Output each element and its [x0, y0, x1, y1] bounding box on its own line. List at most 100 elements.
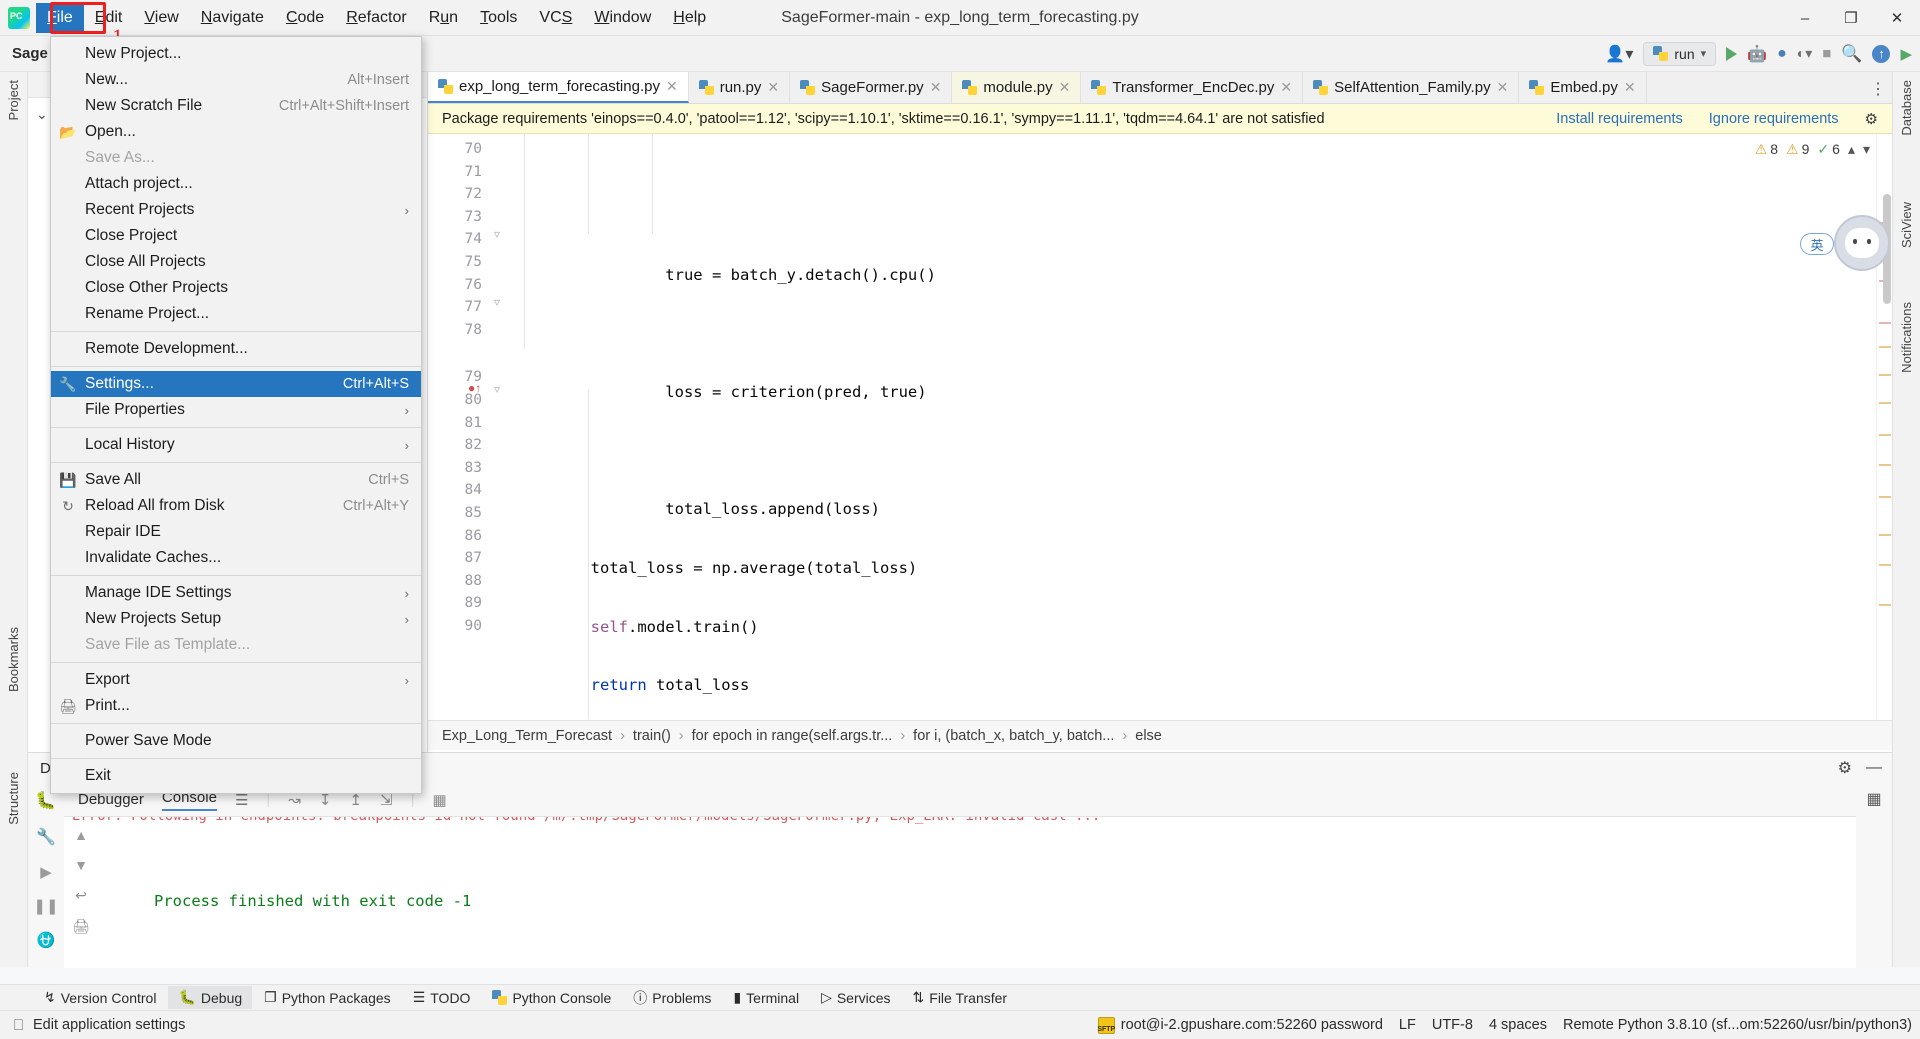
rail-item-project[interactable]: Project	[6, 80, 21, 120]
tabs-more-icon[interactable]: ⋮	[1870, 79, 1886, 99]
menu-item-rename-project[interactable]: Rename Project...	[51, 301, 421, 327]
tool-tab-services[interactable]: ▷ Services	[811, 986, 900, 1009]
code-editor[interactable]: 70 71 72 73 74 75 76 77 78 79 80 81 82 8…	[428, 134, 1892, 720]
editor-tab-exp-long-term-forecasting[interactable]: exp_long_term_forecasting.py ✕	[428, 72, 689, 103]
minimize-button[interactable]: –	[1782, 0, 1828, 36]
menu-item-recent-projects[interactable]: Recent Projects ›	[51, 197, 421, 223]
status-interpreter[interactable]: Remote Python 3.8.10 (sf...om:52260/usr/…	[1563, 1017, 1912, 1033]
editor-tabs[interactable]: exp_long_term_forecasting.py ✕ run.py ✕ …	[428, 72, 1892, 104]
menu-tools[interactable]: Tools	[469, 3, 528, 33]
run-icon[interactable]	[1726, 46, 1738, 61]
run-configuration-selector[interactable]: run ▾	[1643, 41, 1717, 66]
menu-navigate[interactable]: Navigate	[190, 3, 275, 33]
menu-item-close-all-projects[interactable]: Close All Projects	[51, 249, 421, 275]
install-requirements-link[interactable]: Install requirements	[1556, 111, 1683, 127]
tool-tab-terminal[interactable]: ▮ Terminal	[723, 986, 809, 1009]
tool-tab-file-transfer[interactable]: ⇅ File Transfer	[903, 986, 1018, 1009]
tool-tab-todo[interactable]: ☰ TODO	[403, 986, 481, 1009]
menu-item-power-save-mode[interactable]: Power Save Mode	[51, 728, 421, 754]
menu-help[interactable]: Help	[662, 3, 717, 33]
breadcrumb-item-class[interactable]: Exp_Long_Term_Forecast	[442, 728, 612, 744]
close-tab-icon[interactable]: ✕	[1497, 79, 1509, 96]
breadcrumb-item-method[interactable]: train()	[633, 728, 671, 744]
menu-run[interactable]: Run	[418, 3, 469, 33]
file-menu-dropdown[interactable]: New Project... New... Alt+Insert New Scr…	[50, 36, 422, 794]
menu-edit[interactable]: Edit	[84, 3, 134, 33]
fold-marker-icon[interactable]: ▿	[494, 295, 500, 309]
menu-bar[interactable]: File Edit View Navigate Code Refactor Ru…	[36, 0, 717, 36]
scroll-down-icon[interactable]: ▼	[74, 857, 88, 873]
menu-item-close-project[interactable]: Close Project	[51, 223, 421, 249]
scroll-up-icon[interactable]: ▲	[74, 827, 88, 843]
tool-tab-version-control[interactable]: ↯ Version Control	[34, 986, 166, 1009]
search-icon[interactable]: 🔍	[1841, 44, 1862, 64]
menu-file[interactable]: File	[36, 2, 84, 33]
menu-vcs[interactable]: VCS	[528, 3, 583, 33]
pause-icon[interactable]: ❚❚	[33, 897, 58, 915]
menu-item-new-scratch-file[interactable]: New Scratch File Ctrl+Alt+Shift+Insert	[51, 93, 421, 119]
menu-view[interactable]: View	[133, 3, 189, 33]
tool-window-bar[interactable]: ↯ Version Control 🐛 Debug ❐ Python Packages…	[0, 984, 1920, 1010]
rail-item-bookmarks[interactable]: Bookmarks	[6, 627, 21, 692]
breadcrumb-item-else[interactable]: else	[1135, 728, 1162, 744]
soft-wrap-icon[interactable]: ↩	[75, 887, 87, 904]
error-count[interactable]: ⚠ 8	[1755, 141, 1778, 158]
coverage-icon[interactable]: ●	[1777, 45, 1787, 63]
status-indent[interactable]: 4 spaces	[1489, 1017, 1547, 1033]
menu-item-file-properties[interactable]: File Properties ›	[51, 397, 421, 423]
ignore-requirements-link[interactable]: Ignore requirements	[1709, 111, 1839, 127]
menu-item-repair-ide[interactable]: Repair IDE	[51, 519, 421, 545]
debug-console-output[interactable]: Error: Following in endpoints: breakpoin…	[64, 817, 1856, 968]
window-controls[interactable]: – ❐ ✕	[1782, 0, 1920, 36]
editor-tab-sageformer[interactable]: SageFormer.py ✕	[790, 72, 953, 103]
assistant-avatar-icon[interactable]	[1834, 215, 1890, 271]
maximize-button[interactable]: ❐	[1828, 0, 1874, 36]
stop-icon[interactable]: ■	[1822, 45, 1831, 62]
chevron-down-icon[interactable]: ▾	[1863, 141, 1870, 158]
editor-tab-run[interactable]: run.py ✕	[688, 72, 791, 103]
close-tab-icon[interactable]: ✕	[1059, 79, 1071, 96]
editor-tab-embed[interactable]: Embed.py ✕	[1519, 72, 1647, 103]
update-icon[interactable]: ↑	[1872, 44, 1891, 63]
check-count[interactable]: ✓ 6	[1817, 141, 1840, 158]
rail-item-sciview[interactable]: SciView	[1899, 202, 1914, 248]
menu-item-new-project[interactable]: New Project...	[51, 41, 421, 67]
code-text[interactable]: true = batch_y.detach().cpu() loss = cri…	[516, 134, 1876, 720]
rail-item-structure[interactable]: Structure	[6, 772, 21, 825]
chevron-up-icon[interactable]: ▴	[1848, 141, 1855, 158]
breakpoint-icon[interactable]: ●↑	[468, 381, 481, 395]
tool-tab-debug[interactable]: 🐛 Debug	[168, 986, 253, 1009]
menu-item-settings[interactable]: 🔧 Settings... Ctrl+Alt+S	[51, 371, 421, 397]
mute-breakpoints-icon[interactable]: ⛎	[37, 931, 56, 949]
menu-item-new[interactable]: New... Alt+Insert	[51, 67, 421, 93]
editor-tab-selfattention-family[interactable]: SelfAttention_Family.py ✕	[1303, 72, 1520, 103]
rail-item-database[interactable]: Database	[1899, 80, 1914, 136]
bug-icon[interactable]: 🐛	[35, 791, 56, 811]
editor-settings-icon[interactable]: ⎕	[14, 1017, 23, 1034]
fold-marker-icon[interactable]: ▿	[494, 382, 500, 396]
gear-icon[interactable]: ⚙	[1865, 110, 1878, 128]
menu-item-save-all[interactable]: 💾 Save All Ctrl+S	[51, 467, 421, 493]
debug-icon[interactable]: 🤖	[1747, 44, 1767, 64]
close-tab-icon[interactable]: ✕	[666, 78, 678, 95]
menu-refactor[interactable]: Refactor	[335, 3, 417, 33]
status-line-separator[interactable]: LF	[1399, 1017, 1416, 1033]
menu-item-manage-ide-settings[interactable]: Manage IDE Settings ›	[51, 580, 421, 606]
close-button[interactable]: ✕	[1874, 0, 1920, 36]
rail-item-notifications[interactable]: Notifications	[1899, 302, 1914, 373]
profile-icon[interactable]: ◐▾	[1797, 45, 1812, 62]
menu-window[interactable]: Window	[583, 3, 662, 33]
close-tab-icon[interactable]: ✕	[1624, 79, 1636, 96]
status-encoding[interactable]: UTF-8	[1432, 1017, 1473, 1033]
editor-tab-module[interactable]: module.py ✕	[952, 72, 1082, 103]
menu-item-invalidate-caches[interactable]: Invalidate Caches...	[51, 545, 421, 571]
status-connection[interactable]: root@i-2.gpushare.com:52260 password	[1121, 1017, 1383, 1033]
menu-item-reload-all-from-disk[interactable]: ↻ Reload All from Disk Ctrl+Alt+Y	[51, 493, 421, 519]
inspection-status[interactable]: ⚠ 8 ⚠ 9 ✓ 6 ▴ ▾	[1755, 134, 1876, 164]
layout-icon[interactable]: ▦	[1866, 789, 1881, 809]
menu-item-export[interactable]: Export ›	[51, 667, 421, 693]
menu-item-exit[interactable]: Exit	[51, 763, 421, 789]
print-icon[interactable]: 🖨	[72, 918, 90, 935]
wrench-icon[interactable]: 🔧	[36, 827, 56, 847]
gear-icon[interactable]: ⚙	[1838, 758, 1852, 778]
